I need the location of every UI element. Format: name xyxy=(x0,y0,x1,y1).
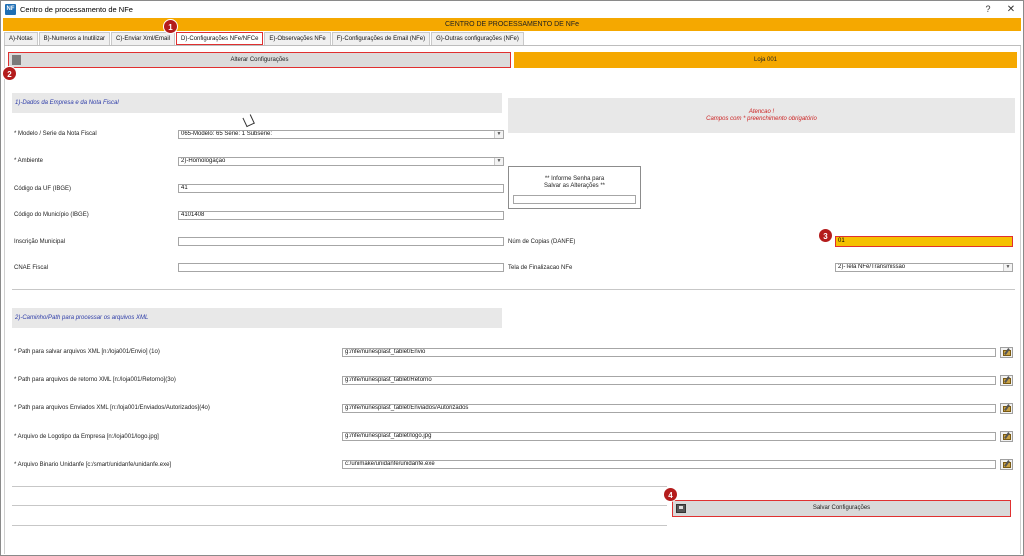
folder-edit-icon[interactable] xyxy=(1000,459,1013,470)
senha-box: ** Informe Senha para Salvar as Alteraçõ… xyxy=(508,166,641,209)
callout-badge-4: 4 xyxy=(663,487,678,502)
tela-label: Tela de Finalizacao NFe xyxy=(508,265,573,271)
section-caminho-path: 2)-Caminho/Path para processar os arquiv… xyxy=(12,308,502,328)
uf-field[interactable]: 41 xyxy=(178,184,504,193)
callout-badge-2: 2 xyxy=(2,66,17,81)
tela-value: 2)-Tela NFe/Transmissão xyxy=(838,264,906,270)
tab-notas[interactable]: A)-Notas xyxy=(4,32,38,45)
cnae-field[interactable] xyxy=(178,263,504,272)
ambiente-value: 2)-Homologação xyxy=(181,158,226,164)
divider xyxy=(12,486,667,487)
path-enviados-field[interactable]: g:/nfe/nunesplast_tablet/Enviados/Autori… xyxy=(342,404,996,413)
close-button[interactable]: ✕ xyxy=(1004,3,1018,16)
senha-line1: ** Informe Senha para xyxy=(544,176,605,182)
salvar-configuracoes-button[interactable]: Salvar Configurações xyxy=(672,500,1011,517)
tab-configuracoes-email[interactable]: F)-Configurações de Email (NFe) xyxy=(331,32,431,45)
folder-edit-icon[interactable] xyxy=(1000,375,1013,386)
callout-badge-1: 1 xyxy=(163,19,178,34)
copias-field[interactable]: 01 xyxy=(835,236,1013,247)
municipio-field[interactable]: 4101408 xyxy=(178,211,504,220)
path-envio-field[interactable]: g:/nfe/nunesplast_tablet/Envio xyxy=(342,348,996,357)
tela-select[interactable]: 2)-Tela NFe/Transmissão ▼ xyxy=(835,263,1013,272)
salvar-configuracoes-label: Salvar Configurações xyxy=(812,505,871,511)
page-header: CENTRO DE PROCESSAMENTO DE NFe xyxy=(3,18,1021,31)
path-retorno-field[interactable]: g:/nfe/nunesplast_tablet/Retorno xyxy=(342,376,996,385)
chevron-down-icon: ▼ xyxy=(1003,264,1012,271)
atencao-notice: Atencao ! Campos com * preenchimento obr… xyxy=(508,98,1015,133)
loja-indicator: Loja 001 xyxy=(514,52,1017,68)
divider xyxy=(12,289,1015,290)
path-envio-label: * Path para salvar arquivos XML [n:/loja… xyxy=(14,349,160,355)
modelo-label: * Modelo / Serie da Nota Fiscal xyxy=(14,131,97,137)
help-button[interactable]: ? xyxy=(981,3,995,16)
tab-configuracoes-nfe[interactable]: D)-Configurações NFe/NFCe xyxy=(176,32,264,45)
path-logotipo-label: * Arquivo de Logotipo da Empresa [n:/loj… xyxy=(14,434,159,440)
path-logotipo-field[interactable]: g:/nfe/nunesplast_tablet/logo.jpg xyxy=(342,432,996,441)
tab-bar: A)-Notas B)-Numeros a Inutilizar C)-Envi… xyxy=(4,32,525,46)
alterar-configuracoes-button[interactable]: Alterar Configurações xyxy=(8,52,511,68)
tab-observacoes-nfe[interactable]: E)-Observações NFe xyxy=(264,32,331,45)
cnae-label: CNAE Fiscal xyxy=(14,265,49,271)
folder-edit-icon[interactable] xyxy=(1000,347,1013,358)
copias-label: Núm de Copias (DANFE) xyxy=(508,239,576,245)
folder-edit-icon[interactable] xyxy=(1000,403,1013,414)
modelo-value: 065-Modelo: 65 Serie: 1 Subserie: xyxy=(181,131,273,137)
tab-enviar-xml-email[interactable]: C)-Enviar Xml/Email xyxy=(111,32,176,45)
tab-outras-configuracoes[interactable]: G)-Outras configurações (NFe) xyxy=(431,32,524,45)
app-icon: NF xyxy=(5,4,16,15)
chevron-down-icon: ▼ xyxy=(494,131,503,138)
ambiente-label: * Ambiente xyxy=(14,158,44,164)
path-unidanfe-label: * Arquivo Binario Unidanfe [c:/smart/uni… xyxy=(14,462,172,468)
inscricao-field[interactable] xyxy=(178,237,504,246)
edit-icon xyxy=(12,55,21,65)
senha-input[interactable] xyxy=(513,195,636,204)
callout-badge-3: 3 xyxy=(818,228,833,243)
folder-edit-icon[interactable] xyxy=(1000,431,1013,442)
divider xyxy=(12,525,667,526)
ambiente-select[interactable]: 2)-Homologação ▼ xyxy=(178,157,504,166)
divider xyxy=(12,505,667,506)
path-enviados-label: * Path para arquivos Enviados XML [n:/lo… xyxy=(14,405,210,411)
section-dados-empresa: 1)-Dados da Empresa e da Nota Fiscal xyxy=(12,93,502,113)
modelo-select[interactable]: 065-Modelo: 65 Serie: 1 Subserie: ▼ xyxy=(178,130,504,139)
path-retorno-label: * Path para arquivos de retorno XML [n:/… xyxy=(14,377,176,383)
tab-numeros-inutilizar[interactable]: B)-Numeros a Inutilizar xyxy=(38,32,111,45)
inscricao-label: Inscrição Municipal xyxy=(14,239,66,245)
main-window: NF Centro de processamento de NFe ? ✕ CE… xyxy=(0,0,1024,556)
chevron-down-icon: ▼ xyxy=(494,158,503,165)
title-bar: NF Centro de processamento de NFe ? ✕ xyxy=(1,1,1023,18)
senha-line2: Salvar as Alterações ** xyxy=(543,183,606,189)
floppy-disk-icon xyxy=(676,504,686,513)
atencao-title: Atencao ! xyxy=(748,109,775,115)
municipio-label: Código do Município (IBGE) xyxy=(14,212,89,218)
window-title: Centro de processamento de NFe xyxy=(20,5,133,14)
path-unidanfe-field[interactable]: c:/unimake/unidanfe/unidanfe.exe xyxy=(342,460,996,469)
atencao-subtitle: Campos com * preenchimento obrigatório xyxy=(706,116,817,122)
alterar-configuracoes-label: Alterar Configurações xyxy=(230,57,289,63)
uf-label: Código da UF (IBGE) xyxy=(14,186,72,192)
